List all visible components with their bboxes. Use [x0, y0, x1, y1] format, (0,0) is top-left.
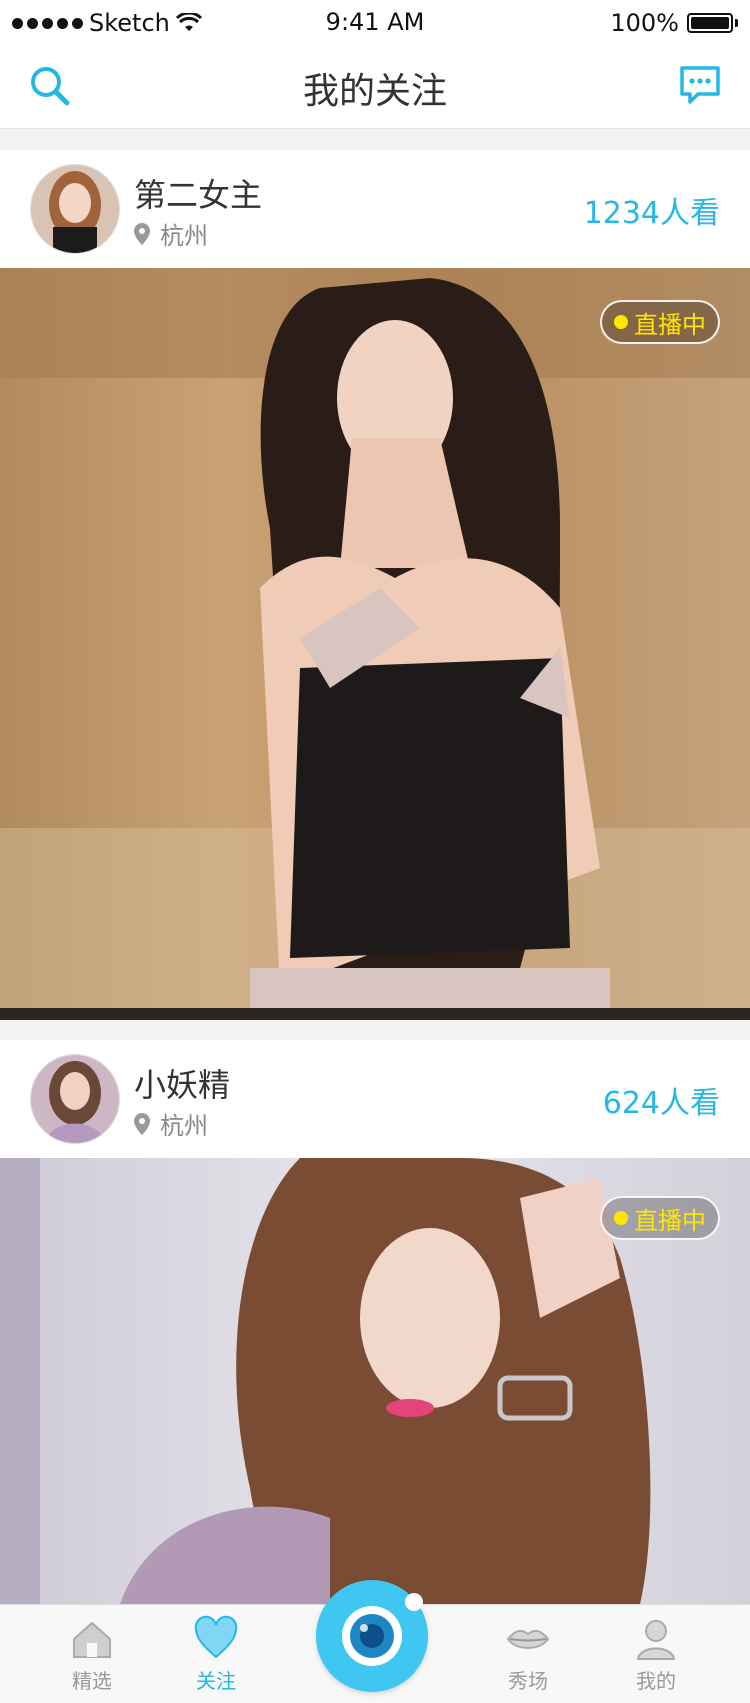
location: 杭州: [134, 216, 208, 251]
battery-icon: [687, 13, 733, 33]
location-pin-icon: [134, 222, 150, 245]
location-label: 杭州: [160, 222, 208, 250]
camera-icon: [342, 1593, 423, 1666]
feed-item-header[interactable]: 小妖精 杭州 624人看: [0, 1040, 750, 1158]
avatar[interactable]: [30, 1054, 120, 1144]
location-pin-icon: [134, 1112, 150, 1135]
streamer-name: 第二女主: [134, 176, 263, 214]
feed-item-header[interactable]: 第二女主 杭州 1234人看: [0, 150, 750, 268]
location-label: 杭州: [160, 1112, 208, 1140]
tab-label: 精选: [72, 1669, 112, 1693]
tab-following[interactable]: 关注: [156, 1615, 276, 1701]
home-icon: [73, 1621, 111, 1658]
tab-label: 秀场: [508, 1669, 548, 1693]
heart-icon: [194, 1615, 238, 1659]
go-live-button[interactable]: [316, 1580, 428, 1692]
battery-label: 100%: [610, 9, 679, 37]
tab-featured[interactable]: 精选: [32, 1615, 152, 1701]
user-icon: [636, 1620, 676, 1660]
tab-showroom[interactable]: 秀场: [468, 1615, 588, 1701]
tab-label: 关注: [196, 1669, 236, 1693]
live-badge: 直播中: [600, 1196, 720, 1240]
viewer-count: 1234人看: [583, 196, 720, 231]
lips-icon: [506, 1629, 550, 1649]
nav-bar: 我的关注: [0, 44, 750, 129]
message-icon[interactable]: [676, 62, 724, 110]
tab-profile[interactable]: 我的: [596, 1615, 716, 1701]
cover-photo: [0, 268, 750, 1020]
tab-label: 我的: [636, 1669, 676, 1693]
stream-cover-image[interactable]: 直播中: [0, 268, 750, 1020]
streamer-name: 小妖精: [134, 1066, 231, 1104]
divider: [0, 129, 750, 150]
avatar[interactable]: [30, 164, 120, 254]
page-title: 我的关注: [302, 71, 447, 112]
live-badge: 直播中: [600, 300, 720, 344]
status-right: 100%: [610, 8, 738, 38]
stream-cover-image[interactable]: 直播中: [0, 1158, 750, 1604]
status-bar: Sketch 9:41 AM 100%: [0, 0, 750, 44]
divider: [0, 1020, 750, 1040]
location: 杭州: [134, 1106, 208, 1141]
viewer-count: 624人看: [602, 1086, 720, 1121]
